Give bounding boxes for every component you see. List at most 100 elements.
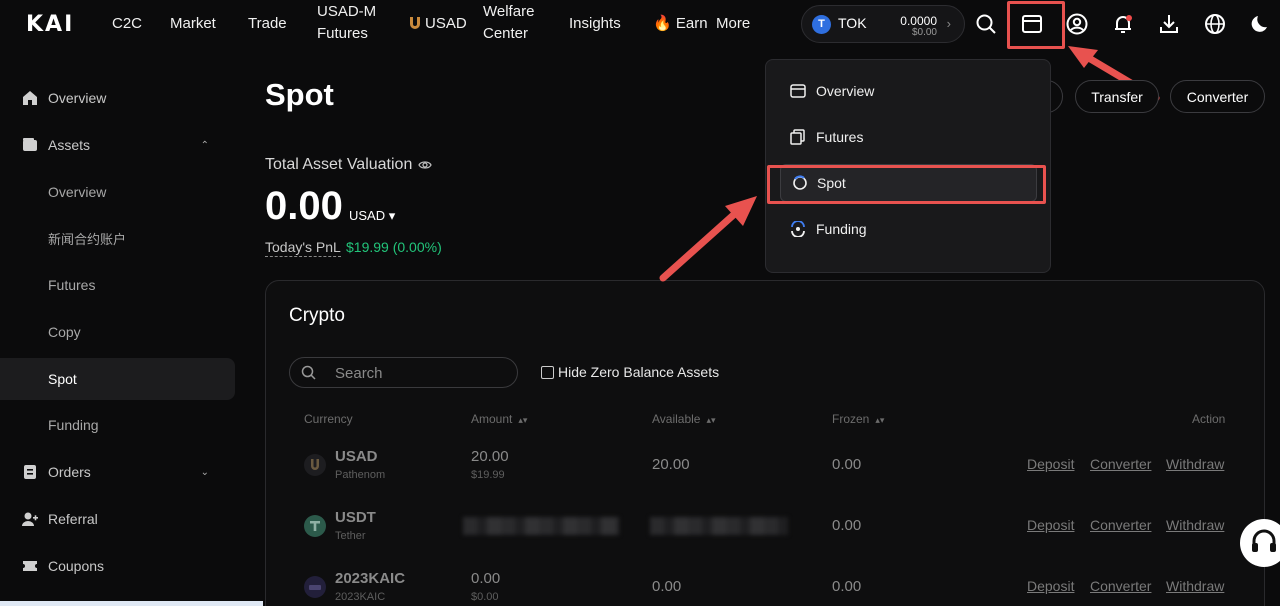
hide-zero-balance-toggle[interactable]: Hide Zero Balance Assets bbox=[541, 364, 719, 380]
sidebar-item-spot[interactable]: Spot bbox=[0, 358, 235, 400]
user-icon[interactable] bbox=[1066, 13, 1088, 35]
withdraw-link[interactable]: Withdraw bbox=[1166, 578, 1224, 594]
token-usd: $0.00 bbox=[911, 27, 937, 38]
sidebar-label: Orders bbox=[48, 464, 91, 480]
frozen: 0.00 bbox=[832, 456, 862, 473]
th-frozen-label: Frozen bbox=[832, 412, 870, 426]
nav-welfare-line2: Center bbox=[483, 25, 529, 42]
th-currency: Currency bbox=[304, 412, 353, 426]
dropdown-item-overview[interactable]: Overview bbox=[790, 73, 1030, 109]
withdraw-link[interactable]: Withdraw bbox=[1166, 456, 1224, 472]
eye-icon[interactable] bbox=[418, 158, 432, 172]
sidebar-item-referral[interactable]: Referral bbox=[0, 498, 235, 540]
sidebar-item-copy[interactable]: Copy bbox=[0, 311, 235, 353]
hide-zero-label: Hide Zero Balance Assets bbox=[558, 364, 720, 380]
frozen: 0.00 bbox=[832, 517, 862, 534]
amount-usd: $19.99 bbox=[471, 469, 505, 481]
crypto-title: Crypto bbox=[289, 305, 345, 326]
nav-trade[interactable]: Trade bbox=[248, 13, 287, 35]
nav-usad-label: USAD bbox=[425, 15, 467, 32]
kai-logo[interactable]: KAI bbox=[26, 12, 74, 37]
bell-icon[interactable] bbox=[1112, 13, 1134, 35]
amount: 0.00 bbox=[471, 570, 501, 587]
currency-select[interactable]: USAD ▾ bbox=[349, 208, 395, 224]
home-icon bbox=[23, 91, 37, 105]
sort-icon: ▴▾ bbox=[875, 415, 885, 425]
coin-name: 2023KAIC bbox=[335, 591, 386, 603]
funding-icon bbox=[791, 221, 805, 237]
usad-icon bbox=[410, 17, 420, 29]
sidebar-item-funding[interactable]: Funding bbox=[0, 404, 235, 446]
nav-c2c[interactable]: C2C bbox=[112, 13, 142, 35]
dropdown-item-futures[interactable]: Futures bbox=[790, 119, 1030, 155]
pnl-label[interactable]: Today's PnL bbox=[265, 239, 341, 257]
referral-icon bbox=[22, 512, 38, 526]
nav-usad[interactable]: USAD bbox=[409, 13, 467, 35]
wallet-icon bbox=[23, 138, 37, 151]
nav-welfare-center[interactable]: Welfare Center bbox=[483, 1, 534, 45]
sidebar-item-news-contract[interactable]: 新闻合约账户 bbox=[0, 217, 235, 259]
converter-button[interactable]: Converter bbox=[1170, 80, 1265, 113]
sidebar-item-overview[interactable]: Overview bbox=[0, 77, 235, 119]
usad-coin-icon bbox=[304, 454, 326, 476]
coin-name: Tether bbox=[335, 530, 366, 542]
bottom-scroll-bar bbox=[0, 601, 263, 606]
search-icon bbox=[301, 365, 316, 380]
sidebar-item-assets-overview[interactable]: Overview bbox=[0, 171, 235, 213]
sidebar-item-assets[interactable]: Assets ⌃ bbox=[0, 124, 235, 166]
sidebar-item-orders[interactable]: Orders ⌄ bbox=[0, 451, 235, 493]
converter-link[interactable]: Converter bbox=[1090, 578, 1151, 594]
th-available[interactable]: Available ▴▾ bbox=[652, 412, 716, 426]
coin-symbol: 2023KAIC bbox=[335, 570, 406, 587]
sort-icon: ▴▾ bbox=[518, 415, 528, 425]
sidebar-item-coupons[interactable]: Coupons bbox=[0, 545, 235, 587]
sidebar-label: Coupons bbox=[48, 558, 105, 574]
search-input[interactable] bbox=[335, 363, 505, 383]
search-icon[interactable] bbox=[975, 13, 997, 35]
wallet-highlight-box bbox=[1007, 1, 1065, 49]
futures-icon bbox=[790, 129, 805, 145]
nav-market[interactable]: Market bbox=[170, 13, 216, 35]
coin-name: Pathenom bbox=[335, 469, 386, 481]
nav-welfare-line1: Welfare bbox=[483, 3, 535, 20]
sidebar-label: 新闻合约账户 bbox=[48, 232, 127, 248]
dropdown-item-funding[interactable]: Funding bbox=[790, 211, 1030, 247]
withdraw-link[interactable]: Withdraw bbox=[1166, 517, 1224, 533]
converter-link[interactable]: Converter bbox=[1090, 456, 1151, 472]
coin-symbol: USDT bbox=[335, 509, 376, 526]
th-amount[interactable]: Amount ▴▾ bbox=[471, 412, 527, 426]
coin-symbol: USAD bbox=[335, 448, 378, 465]
transfer-button[interactable]: Transfer bbox=[1075, 80, 1159, 113]
nav-usadm-futures[interactable]: USAD-M Futures bbox=[317, 1, 376, 45]
crypto-card bbox=[265, 280, 1265, 606]
converter-link[interactable]: Converter bbox=[1090, 517, 1151, 533]
download-icon[interactable] bbox=[1158, 13, 1180, 35]
th-available-label: Available bbox=[652, 412, 701, 426]
moon-icon[interactable] bbox=[1250, 13, 1272, 35]
coupon-icon bbox=[23, 561, 37, 571]
sidebar-item-futures[interactable]: Futures bbox=[0, 264, 235, 306]
dropdown-label: Overview bbox=[816, 83, 875, 99]
th-frozen[interactable]: Frozen ▴▾ bbox=[832, 412, 884, 426]
deposit-link[interactable]: Deposit bbox=[1027, 456, 1074, 472]
sidebar-label: Assets bbox=[48, 137, 91, 153]
nav-earn[interactable]: 🔥 Earn bbox=[653, 13, 708, 35]
orders-icon bbox=[24, 465, 36, 479]
nav-more[interactable]: More bbox=[716, 13, 750, 35]
token-balance-pill[interactable]: T TOK 0.0000 $0.00 › bbox=[801, 5, 965, 43]
dropdown-label: Futures bbox=[816, 129, 864, 145]
wallet-icon bbox=[790, 84, 806, 98]
support-chat-button[interactable] bbox=[1240, 519, 1280, 567]
checkbox[interactable] bbox=[541, 365, 554, 379]
nav-usadm-line1: USAD-M bbox=[317, 3, 377, 20]
frozen: 0.00 bbox=[832, 578, 862, 595]
deposit-link[interactable]: Deposit bbox=[1027, 578, 1074, 594]
nav-insights[interactable]: Insights bbox=[569, 13, 621, 35]
globe-icon[interactable] bbox=[1204, 13, 1226, 35]
deposit-link[interactable]: Deposit bbox=[1027, 517, 1074, 533]
amount-usd: $0.00 bbox=[471, 591, 499, 603]
available-redacted bbox=[650, 517, 788, 535]
amount: 20.00 bbox=[471, 448, 509, 465]
sidebar-label: Overview bbox=[48, 184, 107, 200]
search-box[interactable] bbox=[289, 357, 518, 388]
